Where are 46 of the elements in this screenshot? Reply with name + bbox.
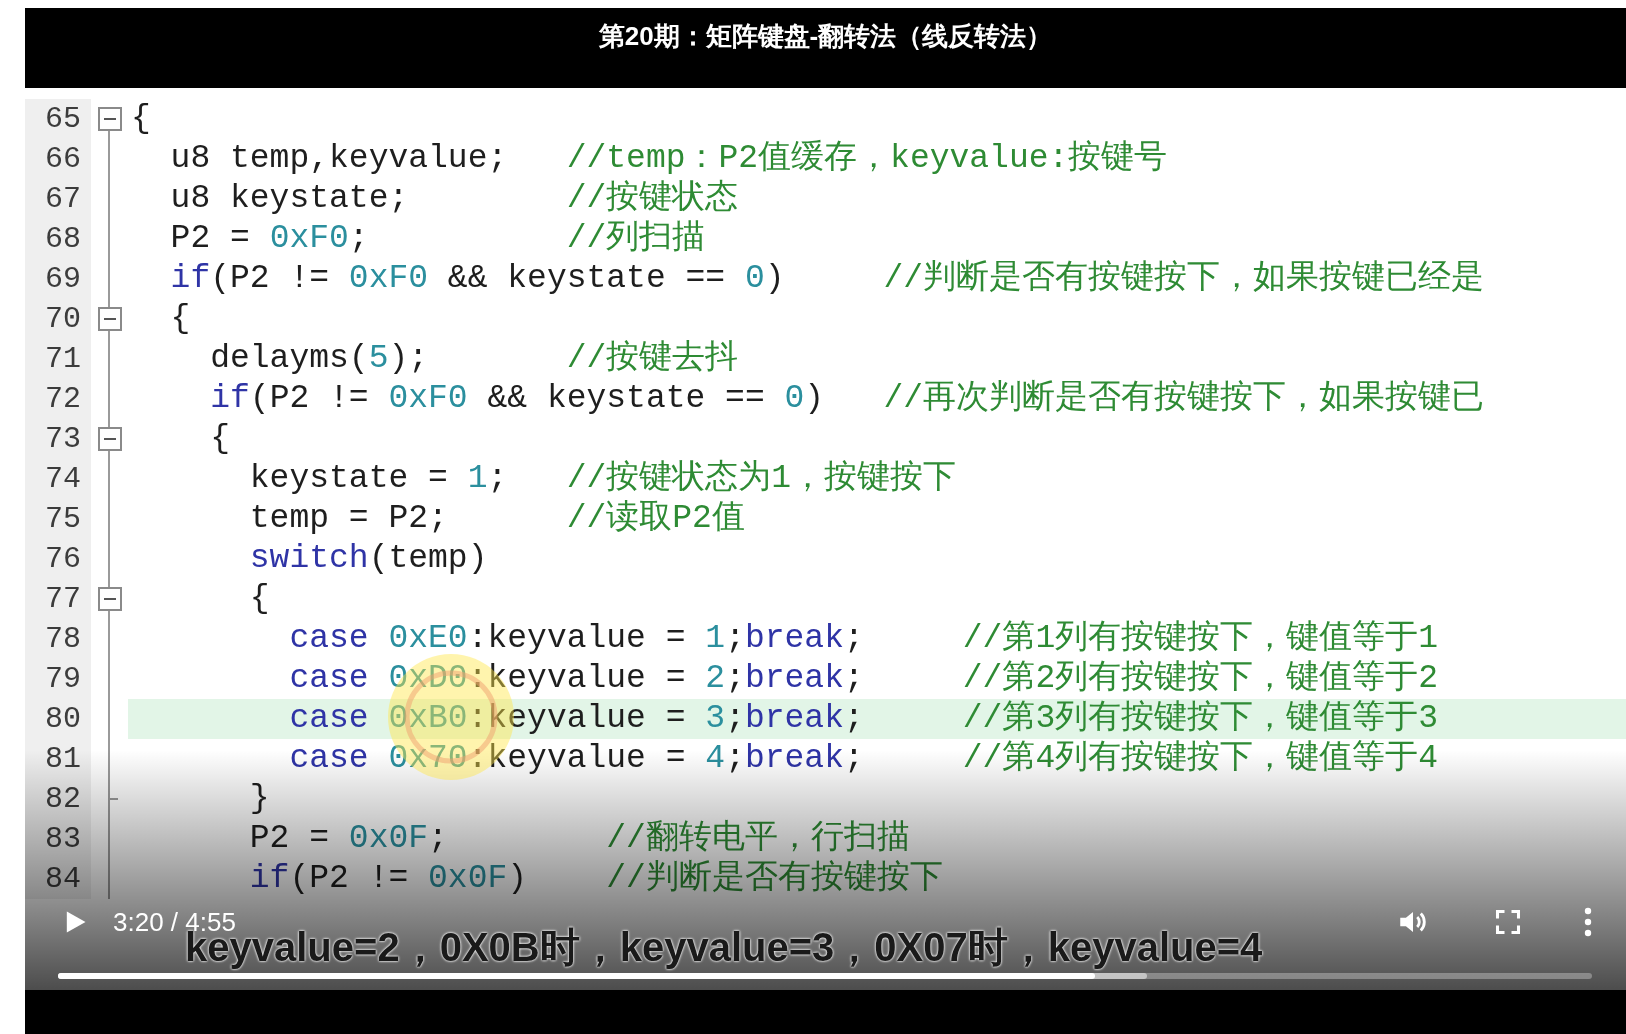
line-number: 74 — [45, 461, 81, 497]
code-line: if(P2 != 0x0F) //判断是否有按键按下 — [248, 860, 943, 898]
line-number: 81 — [45, 741, 81, 777]
progress-track[interactable] — [58, 973, 1592, 979]
code-line: u8 keystate; //按键状态 — [169, 180, 739, 218]
code-line: if(P2 != 0xF0 && keystate == 0) //再次判断是否有按键按下，如果按键已 — [209, 380, 1485, 418]
code-line: } — [248, 780, 270, 818]
code-line: { — [131, 100, 151, 138]
line-number: 70 — [45, 301, 81, 337]
line-number: 68 — [45, 221, 81, 257]
code-line: switch(temp) — [248, 540, 488, 578]
code-line: temp = P2; //读取P2值 — [248, 500, 745, 538]
line-number: 75 — [45, 501, 81, 537]
line-number: 69 — [45, 261, 81, 297]
video-title: 第20期：矩阵键盘-翻转法（线反转法） — [598, 20, 1053, 52]
line-number: 67 — [45, 181, 81, 217]
collapse-icon[interactable] — [97, 427, 122, 451]
line-number: 73 — [45, 421, 81, 457]
more-options-icon[interactable] — [1584, 907, 1592, 937]
code-line: delayms(5); //按键去抖 — [209, 340, 739, 378]
collapse-icon[interactable] — [97, 307, 122, 331]
line-number: 76 — [45, 541, 81, 577]
code-line: P2 = 0x0F; //翻转电平，行扫描 — [248, 820, 910, 858]
line-number: 82 — [45, 781, 81, 817]
code-line: keystate = 1; //按键状态为1，按键按下 — [248, 460, 957, 498]
code-line: P2 = 0xF0; //列扫描 — [169, 220, 706, 258]
line-number: 66 — [45, 141, 81, 177]
code-line: { — [248, 580, 270, 618]
line-number: 84 — [45, 861, 81, 897]
code-line: u8 temp,keyvalue; //temp：P2值缓存，keyvalue:按键号 — [169, 140, 1168, 178]
line-number: 78 — [45, 621, 81, 657]
collapse-icon[interactable] — [97, 107, 122, 131]
line-number: 77 — [45, 581, 81, 617]
line-number: 79 — [45, 661, 81, 697]
code-line: { — [209, 420, 231, 458]
code-line: case 0xE0:keyvalue = 1;break; //第1列有按键按下，键值等于1 — [288, 620, 1438, 658]
line-number: 83 — [45, 821, 81, 857]
line-number: 72 — [45, 381, 81, 417]
line-number: 71 — [45, 341, 81, 377]
fullscreen-icon[interactable] — [1494, 908, 1522, 936]
code-line: case 0xB0:keyvalue = 3;break; //第3列有按键按下，键值等于3 — [288, 700, 1438, 738]
line-number: 80 — [45, 701, 81, 737]
code-line: { — [169, 300, 191, 338]
line-number: 65 — [45, 101, 81, 137]
collapse-icon[interactable] — [97, 587, 122, 611]
code-line: if(P2 != 0xF0 && keystate == 0) //判断是否有按键按下，如果按键已经是 — [169, 260, 1485, 298]
